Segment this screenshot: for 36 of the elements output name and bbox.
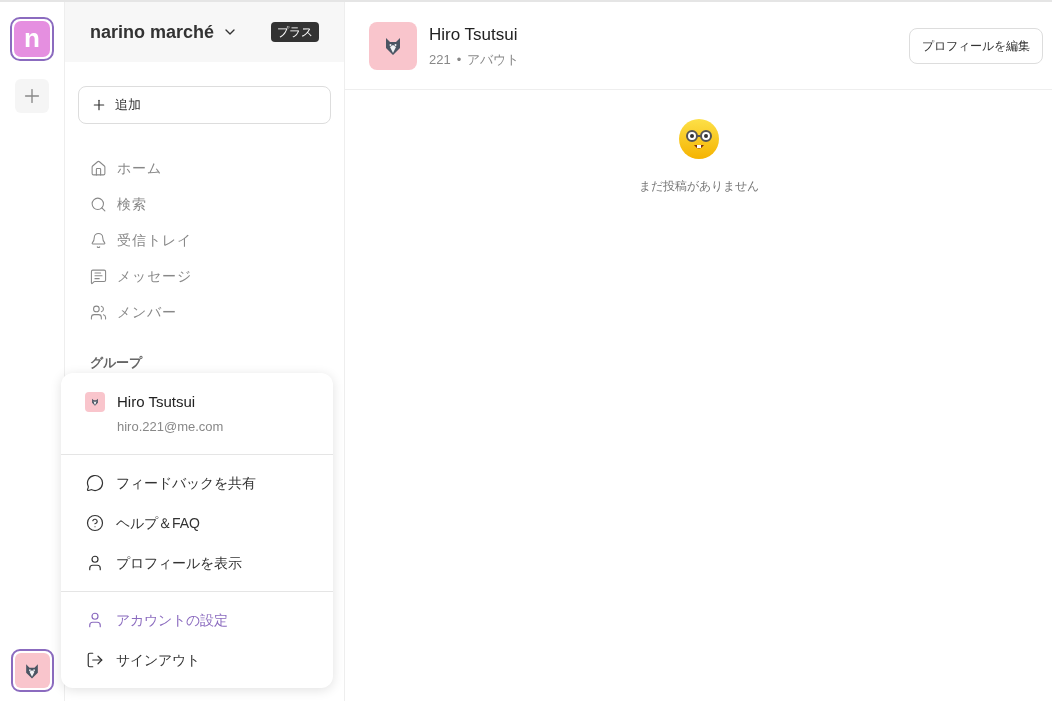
wolf-avatar-icon xyxy=(90,397,100,407)
plus-icon xyxy=(91,97,107,113)
nav-item[interactable]: メンバー xyxy=(117,301,177,323)
profile-name: Hiro Tsutsui xyxy=(429,24,519,46)
menu-item[interactable]: アカウントの設定 xyxy=(61,600,333,640)
nerd-emoji-icon xyxy=(678,119,719,159)
edit-profile-button[interactable]: プロフィールを編集 xyxy=(909,27,1043,64)
user-name: Hiro Tsutsui xyxy=(117,392,197,412)
add-button[interactable]: 追加 xyxy=(78,86,331,124)
nav-item[interactable]: メッセージ xyxy=(117,265,192,287)
workspace-switcher[interactable]: narino marché xyxy=(90,18,239,46)
user-email: hiro.221@me.com xyxy=(117,417,224,436)
menu-item[interactable]: フィードバックを共有 xyxy=(61,463,333,503)
empty-message: まだ投稿がありません xyxy=(638,178,759,195)
sign-out-icon xyxy=(86,651,104,669)
search-icon xyxy=(90,195,107,213)
menu-item[interactable]: サインアウト xyxy=(61,640,333,680)
plan-badge: プラス xyxy=(271,22,319,42)
about-link[interactable]: アバウト xyxy=(467,49,520,69)
nav-item[interactable]: 受信トレイ xyxy=(117,229,192,251)
menu-item[interactable]: プロフィールを表示 xyxy=(61,543,333,583)
separator-dot: • xyxy=(456,50,462,69)
menu-item[interactable]: ヘルプ＆FAQ xyxy=(61,503,333,543)
home-icon xyxy=(90,159,107,177)
nav-item[interactable]: ホーム xyxy=(117,157,162,179)
member-count: 221 xyxy=(429,50,451,69)
chat-bubble-icon xyxy=(86,474,104,492)
section-heading: グループ xyxy=(90,355,142,370)
members-icon xyxy=(90,303,107,321)
message-icon xyxy=(90,267,107,285)
person-icon xyxy=(86,554,104,572)
user-avatar-button[interactable] xyxy=(10,649,54,692)
nav-item[interactable]: 検索 xyxy=(117,193,147,215)
person-icon xyxy=(86,611,104,629)
help-icon xyxy=(86,514,104,532)
bell-icon xyxy=(90,231,107,249)
